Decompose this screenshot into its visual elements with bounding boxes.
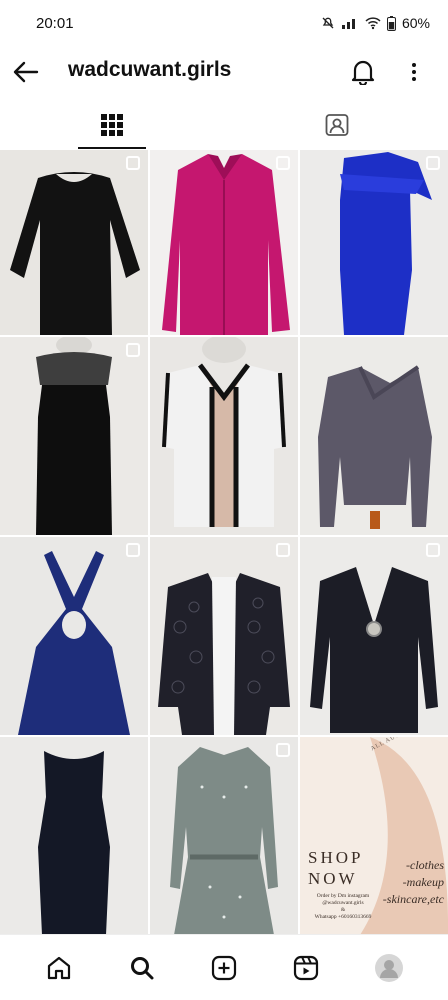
posts-grid: ALL AUTHENTIC ITEMS SHOP NOW Order by Dm…	[0, 150, 448, 934]
nav-reels[interactable]	[284, 946, 328, 990]
signal-icon	[341, 19, 355, 29]
status-icons: 60%	[321, 15, 430, 31]
post-image	[0, 737, 148, 934]
back-arrow-icon	[13, 61, 39, 83]
bell-icon	[351, 60, 375, 85]
post-image	[150, 737, 298, 934]
post-image	[300, 537, 448, 735]
profile-avatar-icon	[374, 953, 403, 982]
more-vertical-icon	[412, 63, 416, 81]
bottom-navigation	[0, 934, 448, 1000]
ad-list-item: -makeup	[402, 875, 444, 889]
more-options-button[interactable]	[400, 56, 428, 88]
post-navy-sleeveless-dress[interactable]	[0, 737, 148, 934]
post-image	[300, 337, 448, 535]
battery-percent: 60%	[401, 15, 430, 31]
post-grey-purple-top[interactable]	[300, 337, 448, 535]
ad-product-list: -clothes -makeup -skincare,etc	[383, 857, 444, 908]
post-colorblock-cardigan[interactable]	[150, 337, 298, 535]
active-tab-indicator	[78, 147, 146, 149]
post-image	[0, 537, 148, 735]
search-icon	[130, 956, 154, 979]
multi-photo-icon	[276, 156, 290, 170]
post-image	[0, 337, 148, 535]
wifi-icon	[365, 17, 381, 30]
nav-search[interactable]	[120, 946, 164, 990]
home-icon	[48, 956, 71, 979]
profile-username: wadcuwant.girls	[68, 58, 232, 81]
profile-header: wadcuwant.girls	[0, 46, 448, 98]
tab-posts-grid[interactable]	[78, 100, 146, 150]
back-button[interactable]	[10, 56, 42, 88]
nav-create[interactable]	[202, 946, 246, 990]
multi-photo-icon	[276, 543, 290, 557]
multi-photo-icon	[126, 343, 140, 357]
post-blue-dress[interactable]	[300, 150, 448, 335]
post-image	[150, 537, 298, 735]
notifications-button[interactable]	[348, 56, 378, 88]
multi-photo-icon	[276, 743, 290, 757]
post-black-ring-top[interactable]	[300, 537, 448, 735]
post-shop-now-ad[interactable]: ALL AUTHENTIC ITEMS SHOP NOW Order by Dm…	[300, 737, 448, 934]
tab-tagged[interactable]	[304, 100, 370, 150]
reels-icon	[294, 955, 319, 980]
multi-photo-icon	[426, 543, 440, 557]
nav-profile[interactable]	[367, 946, 411, 990]
multi-photo-icon	[126, 543, 140, 557]
multi-photo-icon	[426, 156, 440, 170]
ad-headline-block: SHOP NOW Order by Dm instagram @wadcuwan…	[308, 847, 378, 921]
post-magenta-blouse[interactable]	[150, 150, 298, 335]
post-grey-patterned-dress[interactable]	[150, 737, 298, 934]
ad-list-item: -clothes	[406, 858, 444, 872]
status-bar: 20:01 60%	[0, 0, 448, 46]
profile-tabs	[0, 100, 448, 150]
multi-photo-icon	[126, 156, 140, 170]
ad-list-item: -skincare,etc	[382, 892, 444, 906]
nav-home[interactable]	[37, 946, 81, 990]
plus-square-icon	[211, 955, 237, 980]
grid-icon	[101, 114, 123, 136]
post-image	[0, 150, 148, 335]
post-lace-cardigan[interactable]	[150, 537, 298, 735]
post-image	[150, 337, 298, 535]
post-black-top[interactable]	[0, 150, 148, 335]
post-navy-halter-dress[interactable]	[0, 537, 148, 735]
status-time: 20:01	[36, 14, 74, 32]
post-black-strapless-dress[interactable]	[0, 337, 148, 535]
ad-subtext: Order by Dm instagram @wadcuwant.girls &…	[314, 893, 372, 920]
post-image	[300, 150, 448, 335]
battery-icon	[386, 15, 396, 31]
post-image	[150, 150, 298, 335]
mute-icon	[322, 17, 334, 29]
tagged-person-icon	[325, 114, 349, 136]
ad-headline: SHOP NOW	[308, 848, 363, 888]
